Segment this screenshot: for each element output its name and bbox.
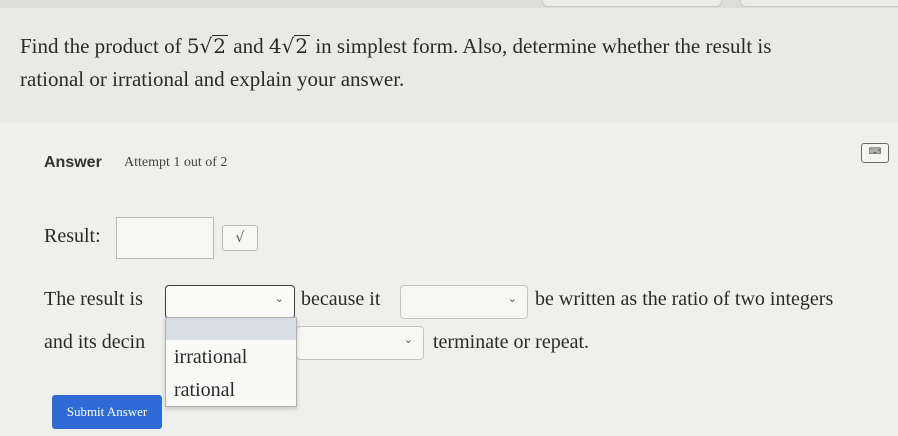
math-expr-2: 4√2 — [268, 34, 311, 58]
chevron-down-icon: ⌄ — [403, 333, 413, 346]
sqrt-button[interactable]: √ — [222, 225, 258, 251]
keyboard-icon[interactable]: ⌨ — [861, 143, 889, 163]
sentence2-prefix: and its decin — [44, 331, 146, 353]
sentence1-middle: because it — [301, 288, 381, 310]
dropdown-menu: irrational rational — [165, 317, 297, 407]
result-label: Result: — [44, 225, 101, 247]
radicand-1: 2 — [212, 34, 229, 58]
question-part2: and — [228, 34, 269, 58]
can-cannot-dropdown[interactable]: ⌄ — [400, 285, 528, 319]
chevron-down-icon: ⌄ — [274, 292, 284, 305]
sentence1-suffix: be written as the ratio of two integers — [535, 288, 834, 310]
sentence1-prefix: The result is — [44, 288, 143, 310]
menu-highlight — [166, 318, 296, 340]
coefficient-2: 4 — [268, 34, 282, 58]
question-line2: rational or irrational and explain your … — [20, 67, 405, 91]
radicand-2: 2 — [294, 34, 311, 58]
does-doesnot-dropdown[interactable]: ⌄ — [296, 326, 424, 360]
attempt-counter: Attempt 1 out of 2 — [124, 155, 228, 170]
submit-answer-button[interactable]: Submit Answer — [52, 395, 162, 429]
top-tab-right[interactable] — [740, 0, 898, 7]
result-input[interactable] — [116, 217, 214, 259]
option-irrational[interactable]: irrational — [174, 346, 247, 369]
option-rational[interactable]: rational — [174, 379, 235, 402]
math-expr-1: 5√2 — [186, 34, 229, 58]
question-text: Find the product of 5√2 and 4√2 in simpl… — [20, 30, 880, 96]
coefficient-1: 5 — [186, 34, 200, 58]
result-type-dropdown[interactable]: ⌄ — [165, 285, 295, 319]
question-part3: in simplest form. Also, determine whethe… — [310, 34, 772, 58]
question-part1: Find the product of — [20, 34, 187, 58]
sentence2-suffix: terminate or repeat. — [433, 331, 590, 353]
answer-heading: Answer — [44, 154, 102, 171]
chevron-down-icon: ⌄ — [507, 292, 517, 305]
top-tab-left[interactable] — [542, 0, 722, 7]
